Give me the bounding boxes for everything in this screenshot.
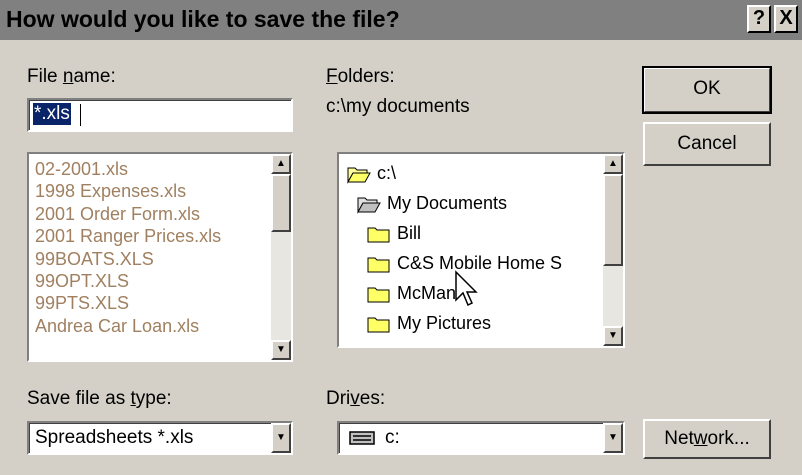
scroll-down-arrow-icon[interactable]: ▼ — [271, 340, 291, 360]
title-bar[interactable]: How would you like to save the file? ? X — [0, 0, 802, 40]
close-button[interactable]: X — [774, 5, 798, 33]
file-list-item[interactable]: 99PTS.XLS — [29, 292, 269, 314]
folder-tree[interactable]: c:\ My Documents Bill C&S Mobile Home S … — [337, 152, 625, 348]
open-folder-icon — [347, 167, 371, 185]
file-list-item[interactable]: Andrea Car Loan.xls — [29, 315, 269, 337]
file-list-item[interactable]: 99BOATS.XLS — [29, 248, 269, 270]
help-button[interactable]: ? — [747, 5, 771, 33]
folder-item-bill[interactable]: Bill — [367, 218, 421, 248]
scroll-thumb[interactable] — [603, 174, 623, 266]
dropdown-arrow-icon[interactable]: ▼ — [603, 423, 623, 453]
open-folder-icon — [357, 197, 381, 215]
folder-icon — [367, 227, 390, 243]
current-folder-path: c:\my documents — [326, 96, 470, 117]
filename-field[interactable]: *.xls — [27, 98, 293, 132]
dropdown-arrow-icon[interactable]: ▼ — [271, 423, 291, 453]
file-list[interactable]: 02-2001.xls 1998 Expenses.xls 2001 Order… — [27, 152, 293, 362]
folder-item-my-documents[interactable]: My Documents — [357, 188, 507, 218]
save-file-dialog: How would you like to save the file? ? X… — [0, 0, 802, 475]
folder-item-my-pictures[interactable]: My Pictures — [367, 308, 491, 338]
drives-label: Drives: — [326, 388, 386, 409]
folder-icon — [367, 317, 390, 333]
folder-item-root[interactable]: c:\ — [347, 158, 396, 188]
folder-icon — [367, 257, 390, 273]
file-list-item[interactable]: 02-2001.xls — [29, 158, 269, 180]
folder-item-mcman[interactable]: McMan — [367, 278, 456, 308]
scroll-thumb[interactable] — [271, 174, 291, 232]
folder-tree-scrollbar[interactable]: ▲ ▼ — [603, 154, 623, 346]
save-type-label: Save file as type: — [27, 388, 172, 409]
save-type-value: Spreadsheets *.xls — [35, 427, 194, 448]
scroll-up-arrow-icon[interactable]: ▲ — [603, 154, 623, 174]
mouse-pointer-icon — [455, 270, 478, 307]
file-list-item[interactable]: 2001 Order Form.xls — [29, 203, 269, 225]
folder-icon — [367, 287, 390, 303]
dialog-title: How would you like to save the file? — [6, 6, 400, 32]
file-list-item[interactable]: 1998 Expenses.xls — [29, 180, 269, 202]
scroll-down-arrow-icon[interactable]: ▼ — [603, 326, 623, 346]
file-list-scrollbar[interactable]: ▲ ▼ — [271, 154, 291, 360]
ok-button[interactable]: OK — [642, 66, 772, 114]
file-list-item[interactable]: 2001 Ranger Prices.xls — [29, 225, 269, 247]
file-list-item[interactable]: 99OPT.XLS — [29, 270, 269, 292]
filename-value: *.xls — [33, 103, 71, 125]
filename-label: File name: — [27, 66, 116, 87]
scroll-up-arrow-icon[interactable]: ▲ — [271, 154, 291, 174]
drives-value: c: — [385, 427, 400, 448]
hard-drive-icon — [349, 431, 375, 445]
network-button[interactable]: Network... — [643, 419, 771, 459]
text-caret — [80, 104, 81, 126]
drives-dropdown[interactable]: c: ▼ — [337, 421, 625, 455]
cancel-button[interactable]: Cancel — [643, 122, 771, 166]
save-type-dropdown[interactable]: Spreadsheets *.xls ▼ — [27, 421, 293, 455]
folders-label: Folders: — [326, 66, 395, 87]
